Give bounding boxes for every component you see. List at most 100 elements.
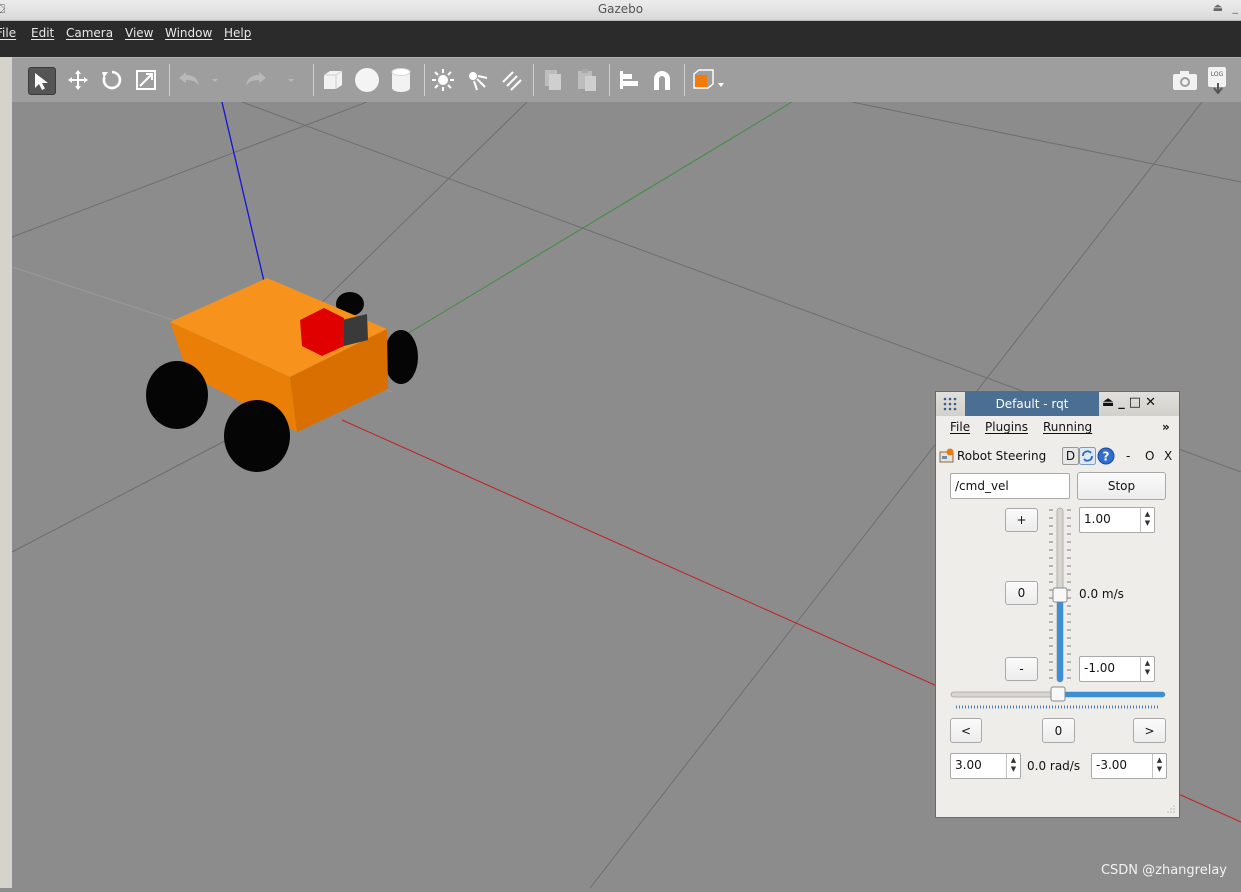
linear-zero-button[interactable]: 0 xyxy=(1005,581,1038,605)
toolbar-separator xyxy=(313,64,314,96)
screenshot-button[interactable] xyxy=(1171,67,1199,93)
redo-icon xyxy=(244,70,268,90)
menu-window[interactable]: Window xyxy=(165,26,212,40)
plugin-name: Robot Steering xyxy=(957,449,1046,463)
log-button[interactable]: LOG xyxy=(1205,67,1231,93)
rqt-menu-running[interactable]: Running xyxy=(1043,420,1092,434)
menu-view[interactable]: View xyxy=(125,26,153,40)
menu-bar: File Edit Camera View Window Help xyxy=(0,21,1241,57)
window-controls[interactable]: ⏏ _ xyxy=(1213,1,1241,14)
stop-button[interactable]: Stop xyxy=(1077,472,1166,500)
scale-icon xyxy=(135,69,157,91)
cylinder-icon xyxy=(390,67,412,93)
move-arrows-icon xyxy=(67,69,89,91)
rqt-menu-plugins[interactable]: Plugins xyxy=(985,420,1028,434)
undo-history-dropdown[interactable] xyxy=(208,67,222,93)
linear-velocity-readout: 0.0 m/s xyxy=(1079,587,1124,601)
angular-left-button[interactable]: < xyxy=(950,718,982,743)
directional-light-button[interactable] xyxy=(498,67,524,93)
copy-button[interactable] xyxy=(540,67,566,93)
menu-help[interactable]: Help xyxy=(224,26,251,40)
menu-camera[interactable]: Camera xyxy=(66,26,113,40)
grid-dots-icon xyxy=(943,397,957,411)
menu-edit[interactable]: Edit xyxy=(31,26,54,40)
align-button[interactable] xyxy=(616,67,642,93)
log-label: LOG xyxy=(1211,71,1224,78)
resize-grip-icon[interactable] xyxy=(1166,804,1176,814)
angular-right-button[interactable]: > xyxy=(1133,718,1166,743)
spin-arrows-icon[interactable]: ▲▼ xyxy=(1152,754,1166,778)
paste-button[interactable] xyxy=(574,67,600,93)
rqt-title: Default - rqt xyxy=(965,392,1099,416)
angular-zero-button[interactable]: 0 xyxy=(1042,718,1075,743)
robot-wheel-back-right xyxy=(384,330,418,384)
view-angle-button[interactable] xyxy=(691,67,727,93)
minimize-plugin-button[interactable]: - xyxy=(1126,449,1130,463)
toolbar-separator xyxy=(609,64,610,96)
reload-icon[interactable] xyxy=(1079,447,1096,465)
close-plugin-button[interactable]: X xyxy=(1164,449,1172,463)
chevron-down-icon xyxy=(210,76,220,84)
plugin-title-bar: Robot Steering D ? - O X xyxy=(939,446,1177,466)
linear-max-spinbox[interactable]: 1.00 ▲▼ xyxy=(1079,507,1155,533)
snap-button[interactable] xyxy=(649,67,675,93)
sphere-shape-button[interactable] xyxy=(354,67,380,93)
linear-decrease-button[interactable]: - xyxy=(1005,657,1038,681)
rqt-title-bar[interactable]: Default - rqt ⏏_□✕ xyxy=(936,392,1179,416)
toolbar: LOG xyxy=(12,57,1241,103)
spin-arrows-icon[interactable]: ▲▼ xyxy=(1140,657,1154,681)
angular-velocity-slider[interactable] xyxy=(950,686,1166,710)
shade-button[interactable]: ⏏ xyxy=(1213,1,1226,14)
undo-button[interactable] xyxy=(176,67,202,93)
rotate-icon xyxy=(101,69,123,91)
box-shape-button[interactable] xyxy=(320,67,346,93)
toolbar-separator xyxy=(533,64,534,96)
help-icon[interactable]: ? xyxy=(1097,447,1115,465)
menu-overflow-button[interactable]: » xyxy=(1162,420,1170,434)
angular-max-spinbox[interactable]: 3.00 ▲▼ xyxy=(950,753,1021,779)
maximize-button[interactable]: □ xyxy=(1129,395,1145,410)
minimize-button[interactable]: _ xyxy=(1118,395,1129,410)
spotlight-icon xyxy=(465,68,489,92)
log-icon: LOG xyxy=(1206,66,1230,94)
angular-min-value: -3.00 xyxy=(1096,758,1127,772)
dock-button[interactable]: D xyxy=(1062,447,1079,465)
svg-text:?: ? xyxy=(1103,450,1110,464)
paste-icon xyxy=(576,68,598,92)
translate-mode-button[interactable] xyxy=(65,67,91,93)
cylinder-shape-button[interactable] xyxy=(388,67,414,93)
watermark: CSDN @zhangrelay xyxy=(1101,863,1227,878)
window-title: Gazebo xyxy=(0,2,1241,16)
box-icon xyxy=(321,68,345,92)
topic-input[interactable]: /cmd_vel xyxy=(950,473,1070,499)
linear-min-spinbox[interactable]: -1.00 ▲▼ xyxy=(1079,656,1155,682)
redo-button[interactable] xyxy=(243,67,269,93)
linear-increase-button[interactable]: + xyxy=(1005,508,1038,532)
select-mode-button[interactable] xyxy=(28,67,56,95)
options-plugin-button[interactable]: O xyxy=(1145,449,1154,463)
shade-button[interactable]: ⏏ xyxy=(1102,395,1118,410)
sun-icon xyxy=(431,68,455,92)
spot-light-button[interactable] xyxy=(464,67,490,93)
rqt-menu-file[interactable]: File xyxy=(950,420,970,434)
sphere-icon xyxy=(354,67,380,93)
angular-max-value: 3.00 xyxy=(955,758,982,772)
spin-arrows-icon[interactable]: ▲▼ xyxy=(1006,754,1020,778)
linear-velocity-slider[interactable] xyxy=(1046,506,1076,684)
toolbar-separator xyxy=(424,64,425,96)
redo-history-dropdown[interactable] xyxy=(284,67,298,93)
directional-light-icon xyxy=(499,68,523,92)
rotate-mode-button[interactable] xyxy=(99,67,125,93)
window-menu-button[interactable] xyxy=(936,392,964,416)
scale-mode-button[interactable] xyxy=(133,67,159,93)
point-light-button[interactable] xyxy=(430,67,456,93)
spin-arrows-icon[interactable]: ▲▼ xyxy=(1140,508,1154,532)
menu-file[interactable]: File xyxy=(0,26,16,40)
view-cube-icon xyxy=(692,68,726,92)
close-button[interactable]: ✕ xyxy=(1145,395,1160,410)
angular-min-spinbox[interactable]: -3.00 ▲▼ xyxy=(1091,753,1167,779)
undo-icon xyxy=(177,70,201,90)
window-title-bar: ⛋ Gazebo ⏏ _ xyxy=(0,0,1241,21)
minimize-button[interactable]: _ xyxy=(1233,1,1241,14)
rqt-window: Default - rqt ⏏_□✕ File Plugins Running … xyxy=(935,391,1180,818)
